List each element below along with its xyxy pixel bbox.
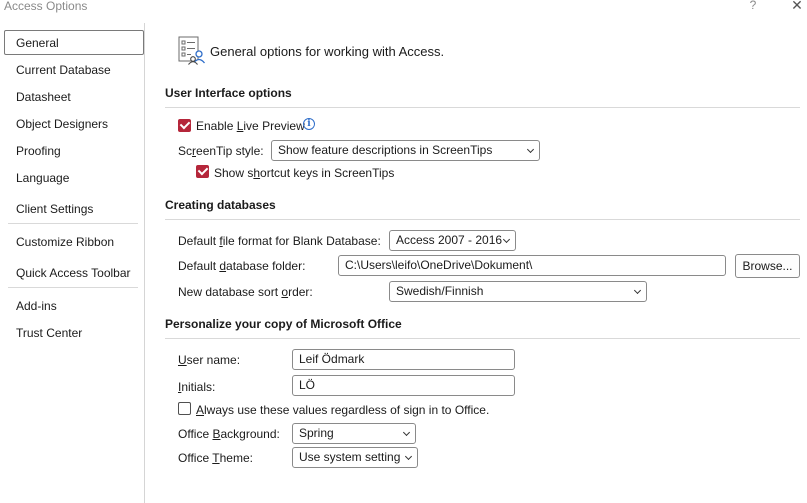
sidebar-item-trust-center[interactable]: Trust Center [16,326,82,340]
default-file-format-value: Access 2007 - 2016 [396,233,503,247]
sidebar-item-add-ins[interactable]: Add-ins [16,299,57,313]
help-button[interactable]: ? [746,0,760,12]
sidebar-item-object-designers[interactable]: Object Designers [16,117,108,131]
sidebar-item-language[interactable]: Language [16,171,69,185]
info-icon[interactable]: i [303,118,315,130]
browse-button[interactable]: Browse... [735,254,800,278]
default-file-format-select[interactable]: Access 2007 - 2016 [389,230,516,251]
sidebar-divider [8,287,138,288]
office-theme-select[interactable]: Use system setting [292,447,418,468]
sidebar: General Current Database Datasheet Objec… [0,23,145,503]
section-divider [165,338,800,339]
show-shortcut-keys-label: Show shortcut keys in ScreenTips [214,166,395,180]
office-theme-label: Office Theme: [178,451,253,465]
initials-label: Initials: [178,380,216,394]
sort-order-value: Swedish/Finnish [396,284,484,298]
show-shortcut-keys-checkbox[interactable] [196,165,209,178]
always-use-values-label: Always use these values regardless of si… [196,403,490,417]
chevron-down-icon [404,452,413,461]
office-theme-value: Use system setting [299,450,401,464]
initials-input[interactable]: LÖ [292,375,515,396]
always-use-values-checkbox[interactable] [178,402,191,415]
chevron-down-icon [526,145,535,154]
chevron-down-icon [502,235,511,244]
default-file-format-label: Default file format for Blank Database: [178,234,381,248]
office-background-select[interactable]: Spring [292,423,416,444]
sidebar-item-client-settings[interactable]: Client Settings [16,202,93,216]
default-database-folder-input[interactable]: C:\Users\leifo\OneDrive\Dokument\ [338,255,726,276]
page-header-text: General options for working with Access. [210,44,445,59]
window-title: Access Options [4,0,88,13]
section-title-ui-options: User Interface options [165,86,292,100]
sidebar-item-proofing[interactable]: Proofing [16,144,61,158]
section-divider [165,107,800,108]
screentip-style-label: ScreenTip style: [178,144,264,158]
default-database-folder-label: Default database folder: [178,259,306,273]
screentip-style-select[interactable]: Show feature descriptions in ScreenTips [271,140,540,161]
sort-order-select[interactable]: Swedish/Finnish [389,281,647,302]
chevron-down-icon [633,286,642,295]
section-title-creating-databases: Creating databases [165,198,276,212]
sidebar-divider [8,223,138,224]
chevron-down-icon [402,428,411,437]
sidebar-item-quick-access-toolbar[interactable]: Quick Access Toolbar [16,266,131,280]
sidebar-item-datasheet[interactable]: Datasheet [16,90,71,104]
enable-live-preview-label: Enable Live Preview [196,119,305,133]
sidebar-item-general[interactable]: General [16,36,59,50]
user-name-label: User name: [178,353,241,367]
close-button[interactable]: ✕ [790,0,804,12]
user-name-input[interactable]: Leif Ödmark [292,349,515,370]
section-divider [165,219,800,220]
office-background-value: Spring [299,426,334,440]
sidebar-item-current-database[interactable]: Current Database [16,63,111,77]
enable-live-preview-checkbox[interactable] [178,119,191,132]
section-title-personalize: Personalize your copy of Microsoft Offic… [165,317,402,331]
sort-order-label: New database sort order: [178,285,313,299]
screentip-style-value: Show feature descriptions in ScreenTips [278,143,493,157]
office-background-label: Office Background: [178,427,280,441]
sidebar-item-customize-ribbon[interactable]: Customize Ribbon [16,235,114,249]
options-icon [176,35,206,65]
